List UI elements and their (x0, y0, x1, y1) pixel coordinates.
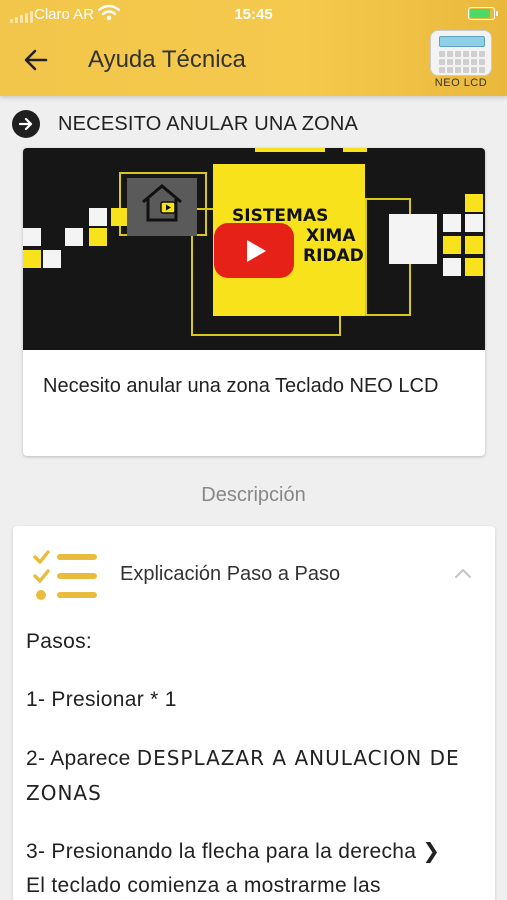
description-label: Descripción (201, 484, 306, 506)
video-caption[interactable]: Necesito anular una zona Teclado NEO LCD (43, 370, 463, 403)
section-title: NECESITO ANULAR UNA ZONA (58, 112, 359, 135)
device-label: NEO LCD (434, 77, 488, 89)
section-heading: NECESITO ANULAR UNA ZONA (12, 110, 358, 138)
step-2: 2- Aparece DESPLAZAR A ANULACION DE ZONA… (26, 741, 466, 811)
chevron-right-icon: ❯ (422, 840, 441, 863)
steps-body: Pasos: 1- Presionar * 1 2- Aparece DESPL… (26, 625, 466, 900)
status-time: 15:45 (234, 6, 273, 23)
checklist-icon (33, 550, 97, 600)
arrow-right-circle-icon (12, 110, 40, 138)
house-camera-icon (142, 184, 182, 222)
steps-card: Explicación Paso a Paso Pasos: 1- Presio… (13, 526, 495, 900)
youtube-play-icon[interactable] (214, 223, 294, 278)
step-3-continuation: El teclado comienza a mostrarme las (26, 874, 381, 897)
step-2-prefix: 2- Aparece (26, 747, 137, 770)
app-header: Claro AR 15:45 Ayuda Técnica NEO LCD (0, 0, 507, 96)
thumbnail-text-2: XIMA (306, 226, 356, 246)
steps-heading: Pasos: (26, 630, 92, 653)
device-badge[interactable]: NEO LCD (425, 30, 497, 92)
chevron-up-icon[interactable] (453, 566, 473, 580)
step-1: 1- Presionar * 1 (26, 688, 177, 711)
video-card[interactable]: SISTEMAS XIMA RIDAD Necesito anular una … (23, 148, 485, 456)
video-thumbnail[interactable]: SISTEMAS XIMA RIDAD (23, 148, 485, 350)
thumbnail-text-3: RIDAD (303, 246, 364, 266)
page-title: Ayuda Técnica (88, 46, 246, 73)
battery-icon (468, 7, 498, 20)
keypad-image (430, 30, 492, 76)
arrow-left-icon (24, 49, 48, 71)
status-bar: Claro AR 15:45 (0, 0, 507, 30)
back-button[interactable] (20, 44, 52, 76)
step-3: 3- Presionando la flecha para la derecha… (26, 835, 466, 900)
steps-title: Explicación Paso a Paso (120, 563, 341, 585)
step-3-text: 3- Presionando la flecha para la derecha (26, 840, 423, 863)
